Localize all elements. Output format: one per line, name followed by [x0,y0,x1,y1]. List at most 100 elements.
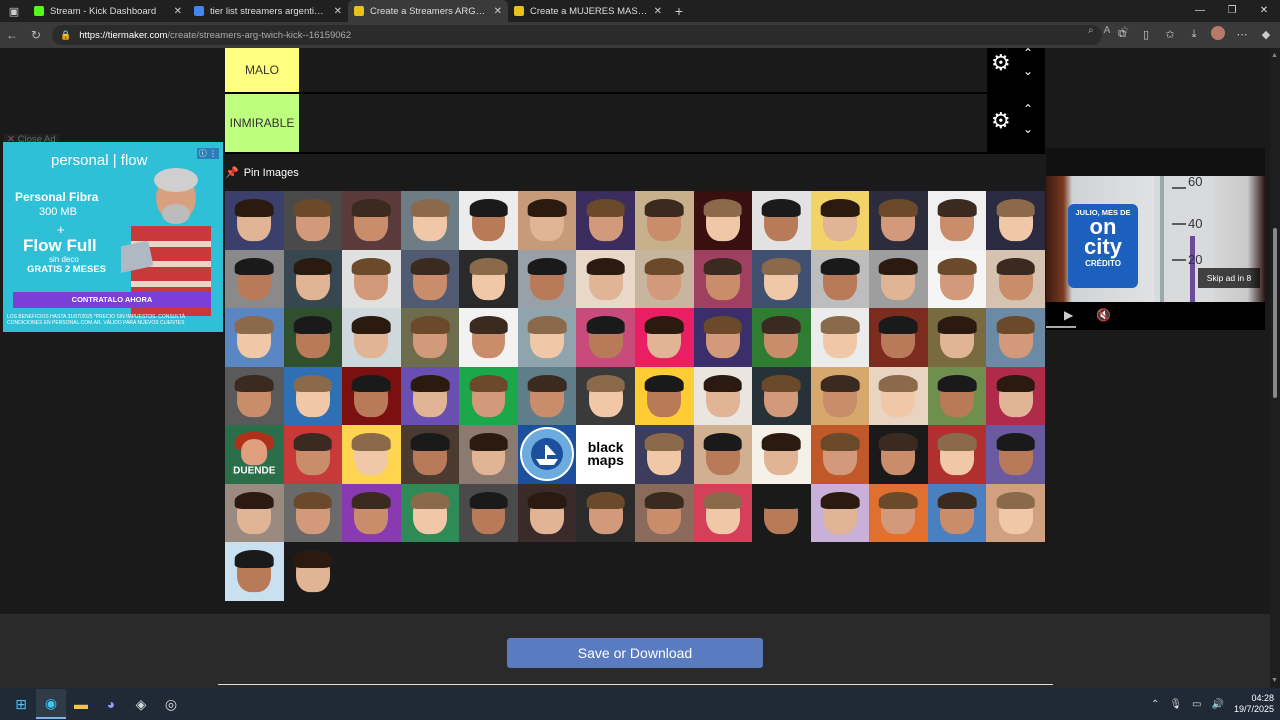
page-scrollbar[interactable]: ▲ ▼ [1270,48,1280,688]
streamer-image[interactable] [986,483,1045,542]
streamer-image[interactable] [693,366,753,425]
streamer-image[interactable] [283,366,343,425]
streamer-image[interactable] [576,308,635,367]
streamer-image[interactable] [869,191,928,250]
streamer-image[interactable] [517,483,577,542]
streamer-image[interactable] [517,249,577,308]
extensions-icon[interactable]: ⧉ [1114,28,1130,41]
clock[interactable]: 04:28 19/7/2025 [1234,693,1274,715]
copilot-icon[interactable]: ◆ [1258,28,1274,41]
scrollbar-thumb[interactable] [1273,228,1277,398]
streamer-image[interactable] [225,366,284,425]
streamer-image[interactable] [459,308,518,367]
streamer-image[interactable] [225,542,284,601]
menu-icon[interactable]: ⋯ [1234,28,1250,41]
streamer-image[interactable] [400,249,460,308]
streamer-image[interactable] [225,483,284,542]
streamer-image[interactable] [869,249,928,308]
streamer-image[interactable] [576,366,635,425]
gear-icon[interactable]: ⚙ [991,108,1011,134]
streamer-image[interactable] [869,483,928,542]
skip-ad-button[interactable]: Skip ad in 8 [1198,268,1260,288]
streamer-image[interactable] [283,308,343,367]
streamer-image[interactable] [986,308,1045,367]
refresh-icon[interactable]: ↻ [24,28,48,42]
ad-video-right[interactable]: 60 40 20 JULIO, MES DE on city CRÉDITO S… [1046,148,1265,330]
steam-icon[interactable]: ◈ [126,689,156,719]
restore-icon[interactable]: ❐ [1216,0,1248,22]
streamer-image[interactable] [927,483,987,542]
ad-info-icon[interactable]: ⓘ ⋮ [196,148,219,159]
streamer-image[interactable] [693,425,753,484]
streamer-image[interactable] [986,425,1045,484]
chevron-down-icon[interactable]: ⌄ [1023,122,1033,136]
scroll-down-icon[interactable]: ▼ [1271,677,1278,684]
streamer-image[interactable] [283,483,343,542]
streamer-image[interactable] [517,366,577,425]
tier-label[interactable]: INMIRABLE [225,94,299,152]
streamer-image[interactable] [752,249,811,308]
browser-tab[interactable]: tier list streamers argentinos 2025 ✕ [188,0,348,22]
streamer-image[interactable] [752,308,811,367]
streamer-image[interactable] [459,366,518,425]
discord-icon[interactable]: ◕ [96,689,126,719]
minimize-icon[interactable]: — [1184,0,1216,22]
streamer-image[interactable] [342,191,401,250]
volume-icon[interactable]: 🔊 [1212,699,1224,710]
streamer-image[interactable] [283,425,343,484]
microphone-icon[interactable]: 🎙 [1169,699,1182,710]
profile-avatar[interactable] [1210,26,1226,43]
streamer-image[interactable] [810,249,870,308]
streamer-image[interactable] [752,191,811,250]
obs-icon[interactable]: ◎ [156,689,186,719]
streamer-image[interactable] [693,483,753,542]
streamer-image[interactable] [927,308,987,367]
streamer-image[interactable] [927,425,987,484]
streamer-image[interactable] [634,249,694,308]
ad-cta-button[interactable]: CONTRATALO AHORA [13,292,211,308]
streamer-image[interactable] [693,308,753,367]
streamer-image[interactable] [225,249,284,308]
tab-close-icon[interactable]: ✕ [334,6,342,17]
streamer-image[interactable] [576,249,635,308]
streamer-image[interactable] [342,425,401,484]
tab-close-icon[interactable]: ✕ [174,6,182,17]
streamer-image[interactable] [459,425,518,484]
close-window-icon[interactable]: ✕ [1248,0,1280,22]
streamer-image[interactable] [459,249,518,308]
streamer-image[interactable] [634,191,694,250]
ad-banner-left[interactable]: personal | flow ⓘ ⋮ Personal Fibra 300 M… [3,142,223,332]
streamer-image[interactable] [517,191,577,250]
streamer-image[interactable]: black maps [576,425,635,484]
streamer-image[interactable] [693,191,753,250]
streamer-image[interactable] [517,308,577,367]
streamer-image[interactable] [225,191,284,250]
streamer-image[interactable] [400,308,460,367]
streamer-image[interactable]: DUENDE [225,425,284,484]
tab-actions-icon[interactable]: ▣ [0,0,28,22]
streamer-image[interactable] [576,191,635,250]
streamer-image[interactable] [634,483,694,542]
url-field[interactable]: 🔒 https://tiermaker.com /create/streamer… [52,25,1129,45]
save-or-download-button[interactable]: Save or Download [507,638,763,668]
streamer-image[interactable] [225,308,284,367]
streamer-image[interactable] [752,483,811,542]
streamer-image[interactable] [927,249,987,308]
streamer-image[interactable] [693,249,753,308]
streamer-image[interactable] [283,191,343,250]
streamer-image[interactable] [634,308,694,367]
browser-tab[interactable]: Create a Streamers ARG (Twich/Kick) ✕ [348,0,508,22]
streamer-image[interactable] [342,366,401,425]
streamer-image[interactable] [752,366,811,425]
pin-images-toggle[interactable]: 📌 Pin Images [225,166,299,180]
read-aloud-icon[interactable]: A [1104,25,1111,36]
zoom-icon[interactable]: ⌕ [1088,25,1094,36]
streamer-image[interactable] [459,483,518,542]
streamer-image[interactable] [400,425,460,484]
streamer-image[interactable] [986,249,1045,308]
scroll-up-icon[interactable]: ▲ [1271,52,1278,59]
streamer-image[interactable] [927,191,987,250]
windows-start-icon[interactable]: ⊞ [6,689,36,719]
file-explorer-icon[interactable]: ▬ [66,689,96,719]
mute-icon[interactable]: 🔇 [1096,308,1111,322]
